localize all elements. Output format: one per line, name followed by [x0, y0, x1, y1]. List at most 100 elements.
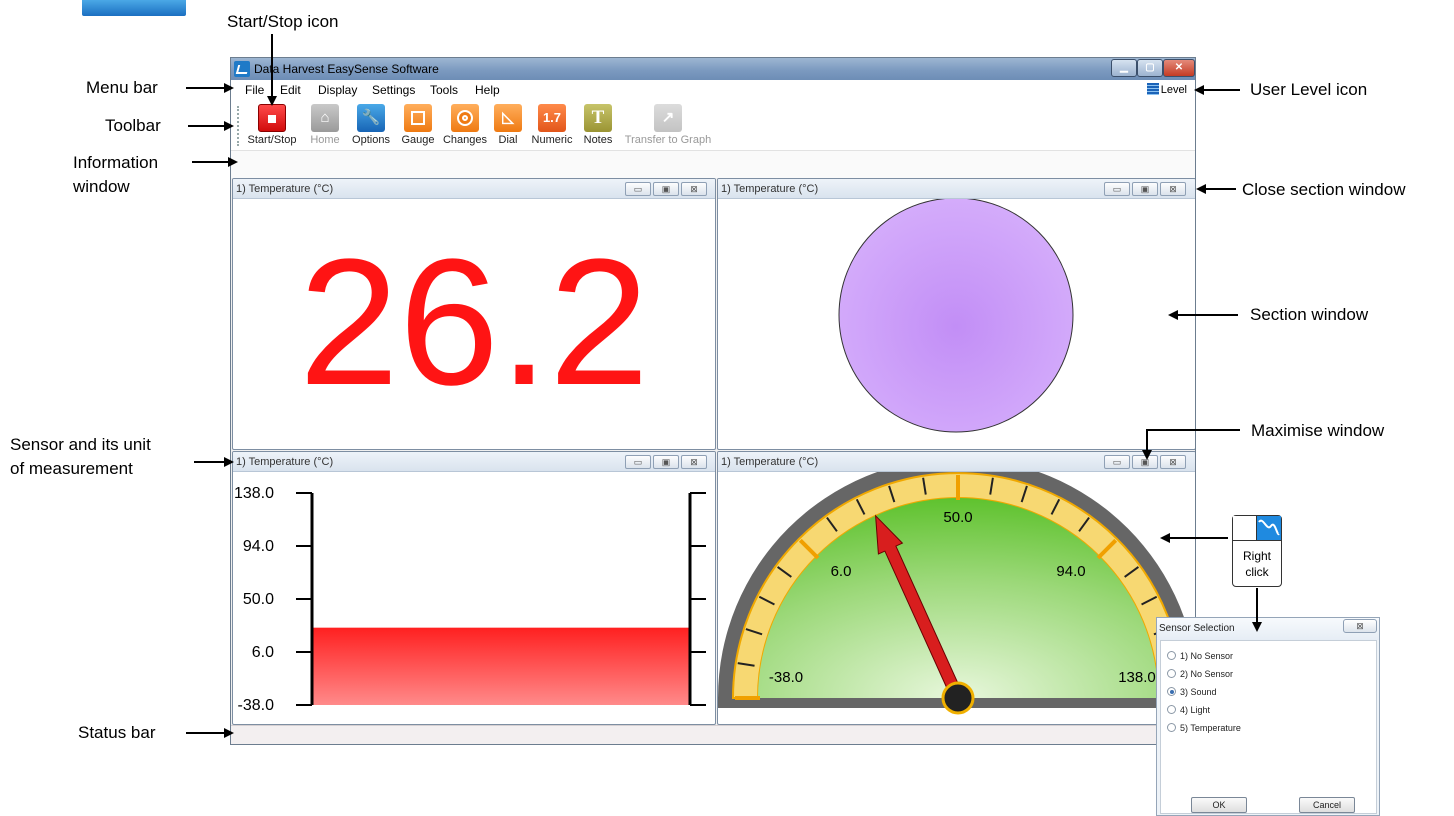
sensor-option-label: 1) No Sensor: [1180, 651, 1234, 661]
callout-section-window: Section window: [1250, 305, 1369, 324]
section-sensor-title: 1) Temperature (°C): [236, 456, 334, 468]
right-click-line-2: click: [1245, 565, 1269, 579]
mouse-right-button: [1257, 516, 1281, 541]
numeric-label: Numeric: [531, 134, 573, 146]
gauge-label: Gauge: [401, 134, 435, 146]
section-maximize-button[interactable]: ▣: [1132, 182, 1158, 196]
numeric-icon: 1.7: [538, 104, 566, 132]
menu-settings[interactable]: Settings: [372, 83, 415, 97]
callout-information-window-2: window: [73, 177, 130, 196]
options-button[interactable]: 🔧 Options: [348, 104, 394, 146]
callout-close-section-window: Close section window: [1242, 180, 1406, 199]
gauge-tick-label: 138.0: [234, 485, 274, 502]
notes-button[interactable]: T Notes: [580, 104, 616, 146]
section-sensor-title: 1) Temperature (°C): [236, 183, 334, 195]
start-stop-label: Start/Stop: [247, 134, 297, 146]
maximize-window-button[interactable]: ▢: [1137, 59, 1163, 77]
changes-label: Changes: [442, 134, 488, 146]
gauge-button[interactable]: Gauge: [398, 104, 438, 146]
notes-icon: T: [584, 104, 612, 132]
dial-label: -38.0: [769, 669, 803, 686]
home-label: Home: [310, 134, 340, 146]
sensor-option[interactable]: 5) Temperature: [1167, 723, 1241, 733]
numeric-button[interactable]: 1.7 Numeric: [528, 104, 576, 146]
toolbar-grip[interactable]: [237, 106, 240, 146]
information-window: [231, 150, 1195, 178]
section-maximize-button[interactable]: ▣: [653, 182, 679, 196]
section-sensor-title: 1) Temperature (°C): [721, 183, 819, 195]
wrench-icon: 🔧: [357, 104, 385, 132]
window-title: Data Harvest EasySense Software: [254, 62, 439, 76]
sensor-option-label: 5) Temperature: [1180, 723, 1241, 733]
radio-button[interactable]: [1167, 705, 1176, 714]
sensor-selection-dialog: Sensor Selection ⊠ 1) No Sensor 2) No Se…: [1156, 617, 1380, 816]
radio-button[interactable]: [1167, 723, 1176, 732]
dial-label: Dial: [498, 134, 518, 146]
sensor-option[interactable]: 2) No Sensor: [1167, 669, 1233, 679]
transfer-to-graph-icon: ↗: [654, 104, 682, 132]
section-close-button[interactable]: ⊠: [1160, 455, 1186, 469]
dialog-close-button[interactable]: ⊠: [1343, 619, 1377, 633]
section-window-numeric[interactable]: 1) Temperature (°C) ▭ ▣ ⊠ 26.2: [232, 178, 716, 450]
title-bar: Data Harvest EasySense Software ▁ ▢ ✕: [231, 58, 1195, 80]
callout-sensor-unit-1: Sensor and its unit: [10, 435, 151, 454]
section-close-button[interactable]: ⊠: [681, 455, 707, 469]
wave-icon: [1258, 519, 1280, 536]
section-header: 1) Temperature (°C) ▭ ▣ ⊠: [233, 179, 715, 199]
menu-edit[interactable]: Edit: [280, 83, 301, 97]
callout-maximise-window: Maximise window: [1251, 421, 1385, 440]
user-level-icon: [1146, 83, 1159, 95]
dialog-title: Sensor Selection: [1159, 623, 1235, 634]
app-window: Data Harvest EasySense Software ▁ ▢ ✕ Fi…: [230, 57, 1196, 745]
section-minimize-button[interactable]: ▭: [1104, 455, 1130, 469]
radio-button[interactable]: [1167, 651, 1176, 660]
section-sensor-title: 1) Temperature (°C): [721, 456, 819, 468]
sensor-option[interactable]: 4) Light: [1167, 705, 1210, 715]
close-window-button[interactable]: ✕: [1163, 59, 1195, 77]
dial-icon: ◺: [494, 104, 522, 132]
section-minimize-button[interactable]: ▭: [625, 455, 651, 469]
sensor-option-label: 4) Light: [1180, 705, 1211, 715]
sensor-option[interactable]: 1) No Sensor: [1167, 651, 1233, 661]
section-maximize-button[interactable]: ▣: [1132, 455, 1158, 469]
options-label: Options: [352, 134, 390, 146]
radio-button-selected[interactable]: [1167, 687, 1176, 696]
dialog-cancel-button[interactable]: Cancel: [1299, 797, 1355, 813]
section-close-button[interactable]: ⊠: [681, 182, 707, 196]
section-window-color[interactable]: 1) Temperature (°C) ▭ ▣ ⊠: [717, 178, 1195, 450]
dialog-body: 1) No Sensor 2) No Sensor 3) Sound 4) Li…: [1160, 640, 1377, 814]
menu-help[interactable]: Help: [475, 83, 500, 97]
callout-user-level-icon: User Level icon: [1250, 80, 1368, 99]
transfer-to-graph-button[interactable]: ↗ Transfer to Graph: [621, 104, 715, 146]
numeric-reading: 26.2: [298, 222, 650, 423]
toolbar: Start/Stop ⌂ Home 🔧 Options Gauge Change…: [231, 100, 1195, 150]
gauge-fill-bar: [312, 627, 690, 705]
sensor-option[interactable]: 3) Sound: [1167, 687, 1217, 697]
color-indicator: [838, 199, 1074, 433]
radio-button[interactable]: [1167, 669, 1176, 678]
dial-hub: [941, 681, 975, 715]
dialog-ok-button[interactable]: OK: [1191, 797, 1247, 813]
menu-display[interactable]: Display: [318, 83, 357, 97]
notes-label: Notes: [583, 134, 613, 146]
dial-label: 138.0: [1118, 669, 1156, 686]
start-stop-button[interactable]: Start/Stop: [244, 104, 300, 146]
changes-button[interactable]: Changes: [441, 104, 489, 146]
section-window-gauge[interactable]: 1) Temperature (°C) ▭ ▣ ⊠ 138.0 94.0 50.…: [232, 451, 716, 725]
user-level-button[interactable]: Level: [1146, 83, 1187, 96]
gauge-tick-label: 6.0: [252, 644, 274, 661]
app-logo-icon: [234, 61, 250, 77]
section-minimize-button[interactable]: ▭: [1104, 182, 1130, 196]
menu-file[interactable]: File: [245, 83, 264, 97]
sensor-option-label: 3) Sound: [1180, 687, 1217, 697]
section-maximize-button[interactable]: ▣: [653, 455, 679, 469]
menu-tools[interactable]: Tools: [430, 83, 458, 97]
home-button[interactable]: ⌂ Home: [306, 104, 344, 146]
section-minimize-button[interactable]: ▭: [625, 182, 651, 196]
section-window-dial[interactable]: 1) Temperature (°C) ▭ ▣ ⊠ -38.0 6.0 50.0…: [717, 451, 1195, 725]
section-close-button[interactable]: ⊠: [1160, 182, 1186, 196]
dial-button[interactable]: ◺ Dial: [493, 104, 523, 146]
minimize-window-button[interactable]: ▁: [1111, 59, 1137, 77]
callout-sensor-unit-2: of measurement: [10, 459, 133, 478]
changes-icon: [451, 104, 479, 132]
